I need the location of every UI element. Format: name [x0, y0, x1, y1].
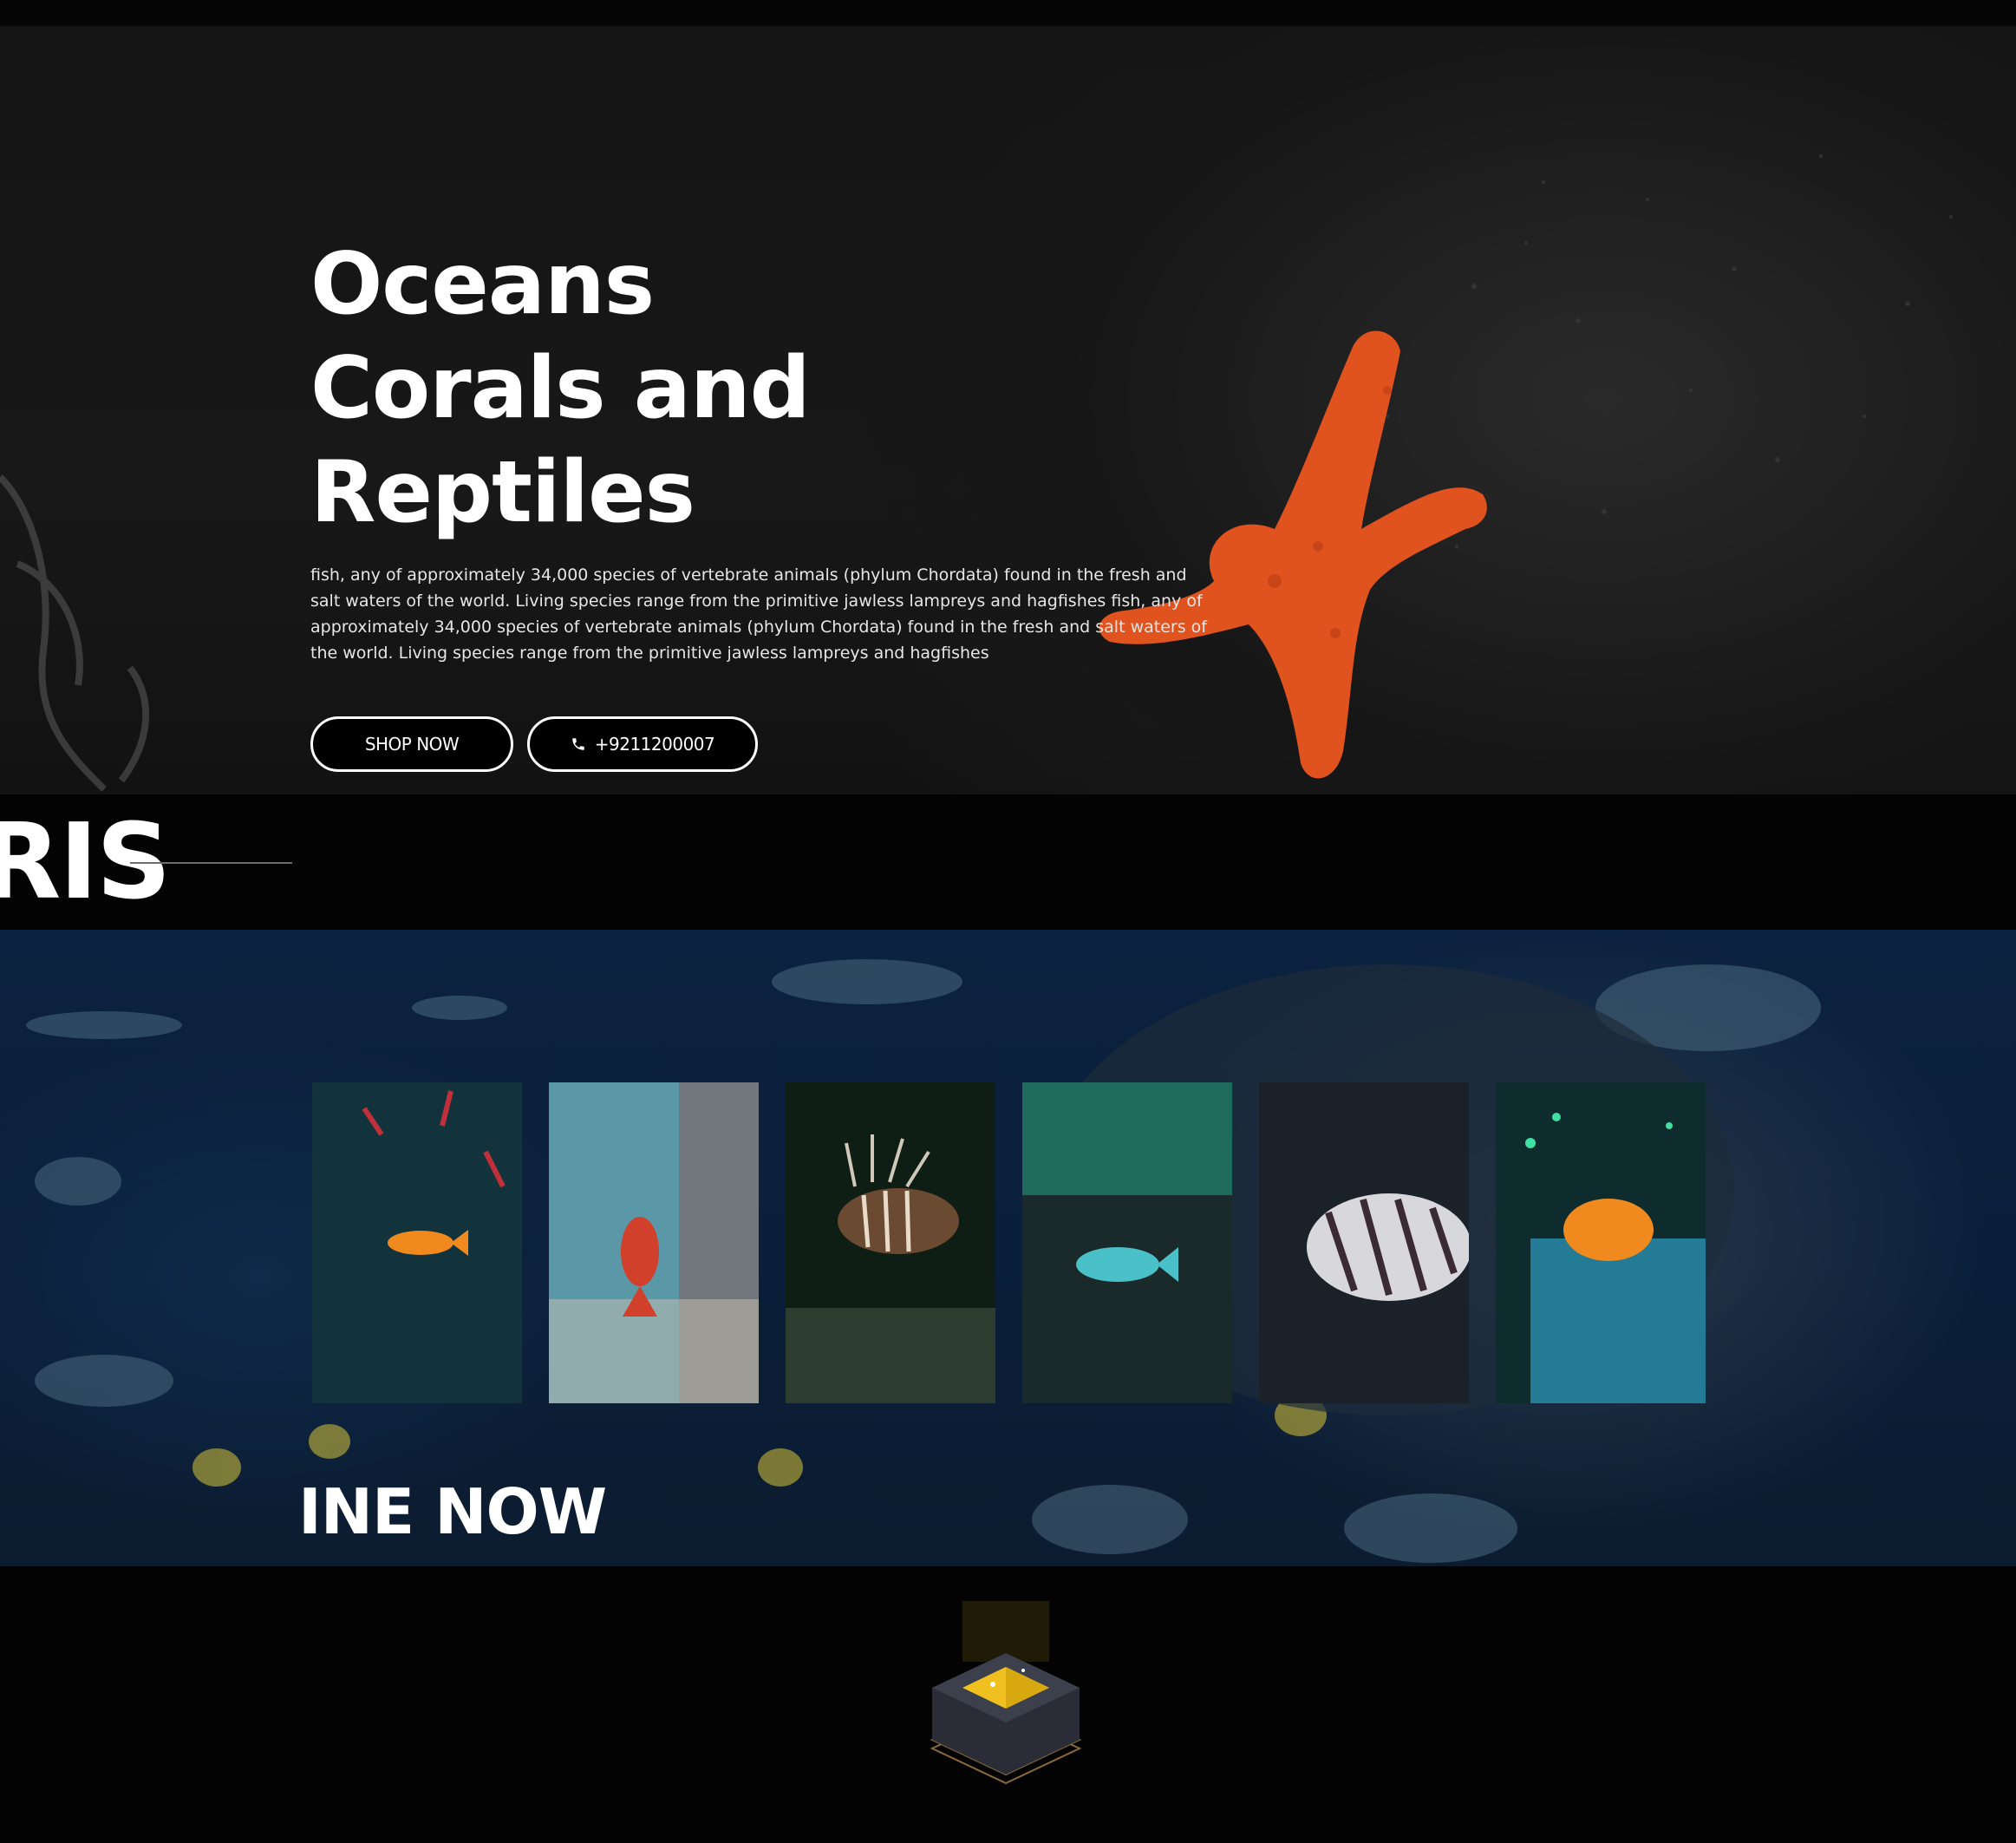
shop-now-button[interactable]: SHOP NOW	[310, 716, 513, 772]
top-strip	[0, 0, 2016, 26]
footer-section	[0, 1566, 2016, 1843]
gallery-card[interactable]	[786, 1082, 995, 1403]
section-heading-band: RIS	[0, 794, 2016, 930]
gallery-card[interactable]	[312, 1082, 522, 1403]
hero-buttons: SHOP NOW +9211200007	[310, 716, 1212, 772]
hero-title: Oceans Corals and Reptiles	[310, 235, 811, 542]
cube-logo-icon	[930, 1601, 1082, 1785]
gallery-card[interactable]	[1496, 1082, 1706, 1403]
phone-button[interactable]: +9211200007	[527, 716, 758, 772]
gallery-card[interactable]	[1259, 1082, 1469, 1403]
phone-icon	[571, 736, 586, 752]
heading-divider	[130, 862, 292, 864]
gallery-card[interactable]	[549, 1082, 759, 1403]
hero-content: Oceans Corals and Reptiles fish, any of …	[310, 232, 1212, 772]
phone-number: +9211200007	[594, 734, 715, 755]
gallery-section: INE NOW	[0, 930, 2016, 1566]
gallery-banner-text: INE NOW	[298, 1475, 607, 1548]
hero-section: Oceans Corals and Reptiles fish, any of …	[0, 26, 2016, 794]
hero-description: fish, any of approximately 34,000 specie…	[310, 565, 1207, 663]
gallery-cards	[312, 1082, 1706, 1403]
gallery-card[interactable]	[1022, 1082, 1232, 1403]
